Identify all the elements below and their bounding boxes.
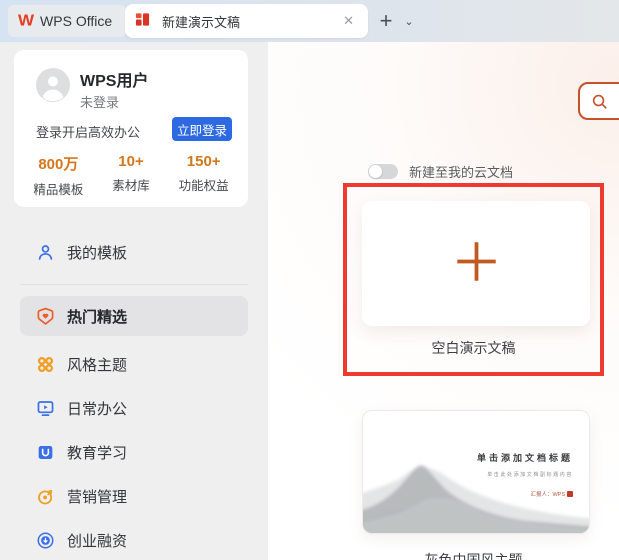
sidebar-item-daily-office[interactable]: 日常办公	[20, 388, 248, 428]
sidebar-item-startup-funding[interactable]: 创业融资	[20, 520, 248, 560]
stat-label: 功能权益	[178, 179, 229, 193]
sidebar-item-label: 教育学习	[67, 444, 128, 462]
sidebar-item-my-templates[interactable]: 我的模板	[20, 232, 248, 272]
preview-presenter: 汇报人：WPS	[477, 490, 573, 498]
wps-office-window: W WPS Office 新建演示文稿 ✕ + ⌄ WPS用户 未登录 登录开启…	[0, 0, 619, 560]
template-card-label: 灰色中国风主题	[424, 552, 523, 560]
sidebar-item-hot-picks[interactable]: 热门精选	[20, 296, 248, 336]
sidebar-item-label: 热门精选	[67, 308, 128, 326]
benefit-stats: 800万 精品模板 10+ 素材库 150+ 功能权益	[22, 153, 240, 198]
stat-value: 800万	[38, 156, 79, 173]
funding-coin-icon	[36, 531, 55, 550]
search-button[interactable]	[578, 82, 619, 120]
plus-icon	[454, 239, 499, 289]
presenter-text: 汇报人：WPS	[530, 492, 565, 498]
template-card-chinese-style[interactable]: 单击添加文档标题 单击此处添加文档副标题内容 汇报人：WPS	[362, 410, 590, 534]
stat-templates: 800万 精品模板	[22, 153, 95, 198]
tab-list-chevron-icon[interactable]: ⌄	[400, 8, 418, 34]
sidebar-item-education[interactable]: 教育学习	[20, 432, 248, 472]
preview-title: 单击添加文档标题	[476, 453, 573, 463]
stat-label: 精品模板	[33, 183, 84, 197]
presentation-doc-icon	[135, 12, 154, 31]
stat-label: 素材库	[112, 179, 150, 193]
sidebar-item-label: 创业融资	[67, 532, 128, 550]
user-name: WPS用户	[80, 73, 149, 90]
user-icon	[36, 243, 55, 262]
sidebar-item-label: 风格主题	[67, 356, 128, 374]
wps-logo-icon: W	[18, 12, 34, 30]
target-dart-icon	[36, 487, 55, 506]
tab-title: 新建演示文稿	[162, 14, 241, 30]
avatar[interactable]	[36, 68, 70, 102]
title-bar: W WPS Office 新建演示文稿 ✕ + ⌄	[0, 0, 619, 42]
red-seal-icon	[567, 491, 573, 497]
cloud-save-toggle-label: 新建至我的云文档	[409, 165, 514, 180]
tab-new-presentation[interactable]: 新建演示文稿 ✕	[125, 4, 368, 38]
sidebar-divider	[20, 284, 248, 285]
template-gallery: 新建至我的云文档 空白演示文稿 单击添加文档标题 单击此处添加文档副标题内容 汇…	[268, 42, 619, 560]
new-tab-button[interactable]: +	[372, 7, 400, 35]
sidebar: WPS用户 未登录 登录开启高效办公 立即登录 800万 精品模板 10+ 素材…	[0, 42, 268, 560]
sidebar-item-label: 我的模板	[67, 244, 128, 262]
sidebar-item-label: 营销管理	[67, 488, 128, 506]
user-card: WPS用户 未登录 登录开启高效办公 立即登录 800万 精品模板 10+ 素材…	[14, 50, 248, 207]
book-icon	[36, 443, 55, 462]
stat-value: 10+	[118, 153, 144, 170]
template-preview-text: 单击添加文档标题 单击此处添加文档副标题内容 汇报人：WPS	[477, 451, 573, 498]
toggle-knob	[369, 165, 382, 178]
preview-subtitle: 单击此处添加文档副标题内容	[487, 472, 573, 478]
search-icon	[590, 92, 609, 111]
login-hint: 登录开启高效办公	[36, 125, 141, 140]
home-button-label: WPS Office	[40, 13, 113, 29]
stat-assets: 10+ 素材库	[95, 153, 168, 198]
sidebar-item-marketing[interactable]: 营销管理	[20, 476, 248, 516]
four-rings-theme-icon	[36, 355, 55, 374]
stat-value: 150+	[186, 153, 221, 170]
cloud-save-toggle-row: 新建至我的云文档	[368, 162, 513, 181]
blank-presentation-card[interactable]	[362, 201, 590, 326]
hot-badge-heart-icon	[36, 307, 55, 326]
cloud-save-toggle[interactable]	[368, 164, 398, 179]
monitor-icon	[36, 399, 55, 418]
sidebar-item-label: 日常办公	[67, 400, 128, 418]
blank-card-label: 空白演示文稿	[431, 340, 516, 356]
user-login-status: 未登录	[80, 95, 120, 110]
tab-close-icon[interactable]: ✕	[339, 11, 358, 31]
stat-privileges: 150+ 功能权益	[167, 153, 240, 198]
sidebar-item-style-themes[interactable]: 风格主题	[20, 344, 248, 384]
home-button[interactable]: W WPS Office	[8, 5, 127, 37]
login-button[interactable]: 立即登录	[172, 117, 232, 141]
